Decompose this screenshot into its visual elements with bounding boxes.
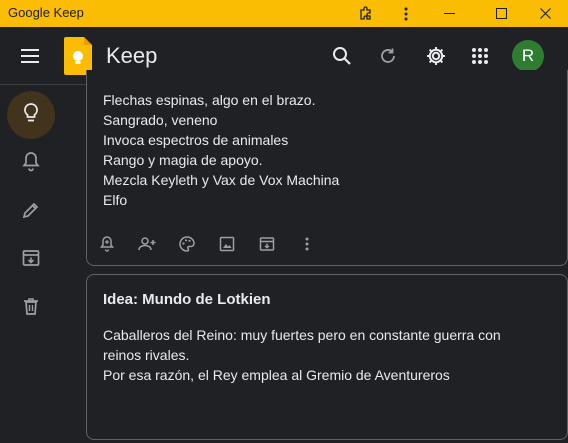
note-text-line: reinos rivales.	[103, 347, 190, 363]
pencil-icon	[21, 200, 41, 225]
window-titlebar: Google Keep	[0, 0, 568, 27]
apps-grid-icon[interactable]	[464, 40, 496, 72]
main-menu-icon[interactable]	[14, 40, 46, 72]
maximize-button[interactable]	[478, 0, 524, 27]
account-avatar[interactable]: R	[512, 40, 544, 72]
archive-note-icon[interactable]	[255, 232, 279, 256]
minimize-button[interactable]	[426, 0, 472, 27]
remind-me-icon[interactable]	[95, 232, 119, 256]
note-text-line: Flechas espinas, algo en el brazo.	[103, 92, 316, 108]
note-title: Idea: Mundo de Lotkien	[103, 291, 271, 308]
nav-edit-labels[interactable]	[7, 188, 55, 236]
note-text-line: Invoca espectros de animales	[103, 132, 289, 148]
note-text-line: Rango y magia de apoyo.	[103, 152, 263, 168]
note-text-line: Caballeros del Reino: muy fuertes pero e…	[103, 327, 501, 343]
nav-archive[interactable]	[7, 236, 55, 284]
window-more-icon[interactable]	[392, 0, 420, 27]
more-options-icon[interactable]	[295, 232, 319, 256]
app-name: Keep	[106, 43, 158, 68]
collaborator-icon[interactable]	[135, 232, 159, 256]
extension-icon[interactable]	[352, 0, 380, 27]
nav-notes[interactable]	[7, 91, 55, 139]
bell-icon	[21, 150, 41, 177]
window-title: Google Keep	[8, 5, 84, 20]
note-card[interactable]: Idea: Mundo de Lotkien Caballeros del Re…	[86, 274, 568, 440]
search-icon[interactable]	[326, 40, 358, 72]
lightbulb-icon	[21, 102, 41, 129]
add-image-icon[interactable]	[215, 232, 239, 256]
note-toolbar	[87, 232, 568, 256]
archive-icon	[21, 248, 41, 273]
note-card[interactable]: Flechas espinas, algo en el brazo. Sangr…	[86, 70, 568, 266]
note-text-line: Por esa razón, el Rey emplea al Gremio d…	[103, 367, 450, 383]
trash-icon	[21, 296, 41, 321]
close-button[interactable]	[522, 0, 568, 27]
nav-trash[interactable]	[7, 284, 55, 332]
note-text-line: Elfo	[103, 192, 128, 208]
nav-reminders[interactable]	[7, 139, 55, 187]
settings-gear-icon[interactable]	[420, 40, 452, 72]
note-text-line: Sangrado, veneno	[103, 112, 218, 128]
palette-icon[interactable]	[175, 232, 199, 256]
sidebar	[0, 85, 62, 443]
note-text-line: Mezcla Keyleth y Vax de Vox Machina	[103, 172, 340, 188]
refresh-icon[interactable]	[372, 40, 404, 72]
